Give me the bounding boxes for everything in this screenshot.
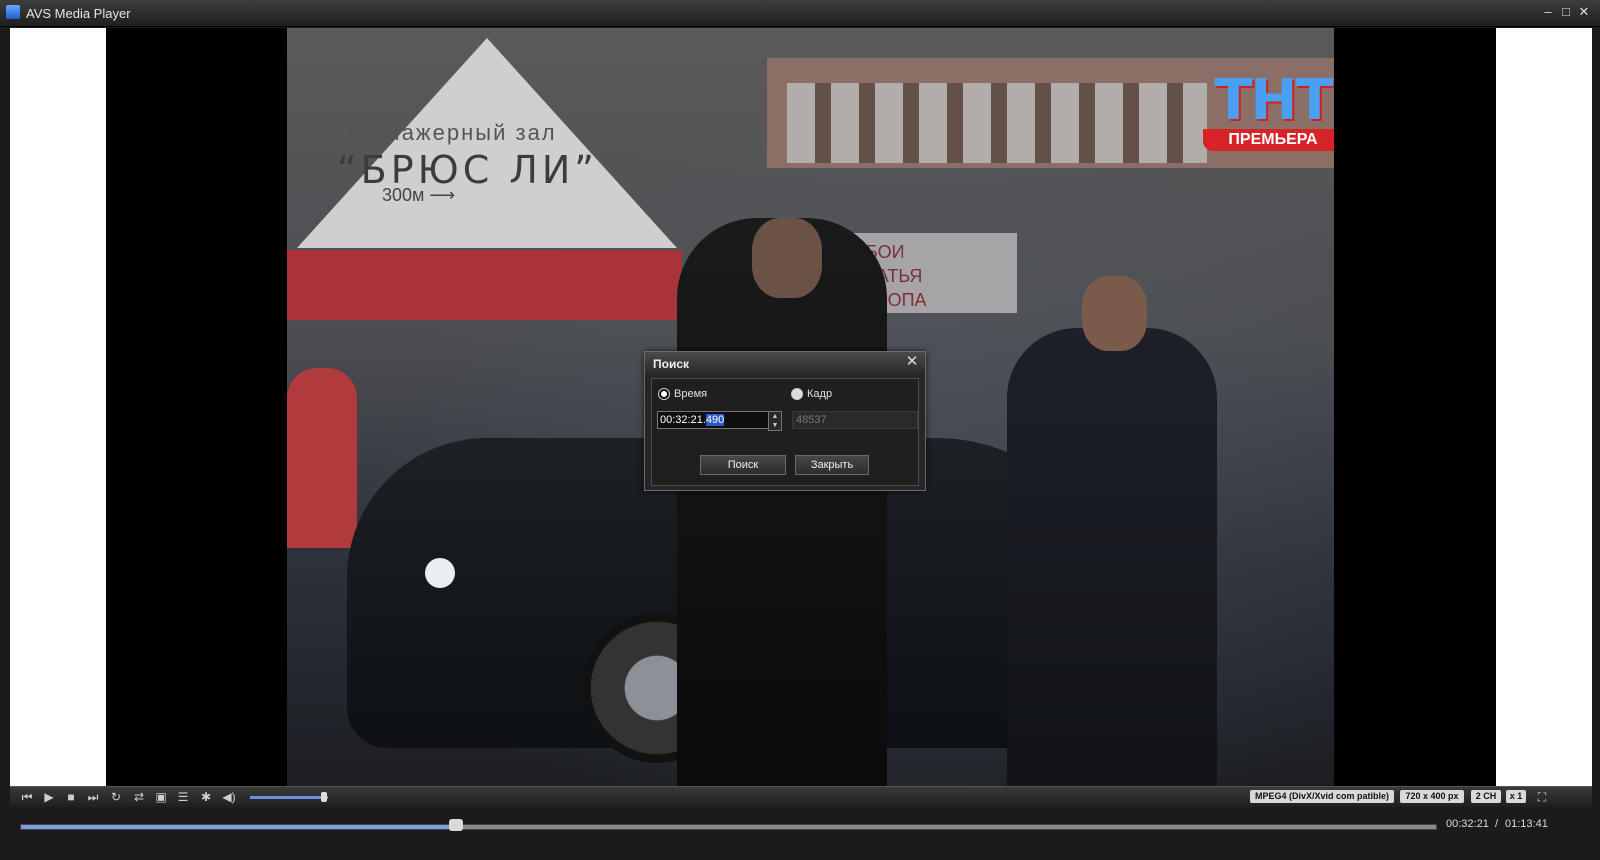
sign-text-line3: 300м ⟶ — [382, 185, 456, 205]
dialog-title: Поиск — [653, 357, 690, 371]
settings-icon[interactable]: ✱ — [197, 789, 215, 805]
dialog-title-bar[interactable]: Поиск ✕ — [645, 352, 925, 374]
stop-icon[interactable]: ■ — [62, 789, 80, 805]
frame-radio[interactable] — [791, 388, 803, 400]
time-radio-label[interactable]: Время — [674, 388, 707, 400]
shuffle-icon[interactable]: ⇄ — [130, 789, 148, 805]
sign-text-line2: “БРЮС ЛИ” — [337, 148, 598, 192]
close-button[interactable]: Закрыть — [795, 455, 869, 475]
volume-fill — [250, 796, 325, 799]
frame-input[interactable]: 48537 — [792, 411, 918, 429]
person-red-coat — [287, 368, 357, 548]
spin-up-icon[interactable]: ▲ — [769, 412, 781, 421]
man-black-coat — [677, 218, 887, 801]
app-icon — [6, 5, 20, 19]
control-bar: ⏮ ▶ ■ ⏭ ↻ ⇄ ▣ ☰ ✱ ◀) MPEG4 (DivX/Xvid co… — [10, 786, 1592, 807]
volume-slider[interactable] — [250, 796, 328, 799]
close-icon[interactable]: ✕ — [1576, 4, 1592, 20]
codec-badge: MPEG4 (DivX/Xvid com patible) — [1250, 790, 1394, 803]
channel-logo-name: ТНТ — [1214, 68, 1333, 133]
playlist-icon[interactable]: ☰ — [174, 789, 192, 805]
maximize-icon[interactable]: □ — [1558, 4, 1574, 20]
sign-text-line1: тренажерный зал — [347, 120, 557, 145]
search-dialog: Поиск ✕ Время Кадр 00:32:21.490 ▲ ▼ 48537… — [644, 351, 926, 491]
volume-knob[interactable] — [321, 792, 328, 802]
previous-icon[interactable]: ⏮ — [18, 789, 36, 805]
man-leather-jacket — [1007, 328, 1217, 798]
time-input-selection: 490 — [705, 414, 725, 426]
seek-knob[interactable] — [448, 819, 463, 831]
fullscreen-icon[interactable]: ⛶ — [1533, 789, 1551, 805]
time-input-prefix: 00:32:21. — [660, 414, 706, 426]
seek-fill — [21, 825, 457, 829]
current-time: 00:32:21 — [1446, 818, 1489, 830]
repeat-icon[interactable]: ↻ — [107, 789, 125, 805]
speed-badge: x 1 — [1506, 790, 1526, 803]
window-title: AVS Media Player — [26, 6, 131, 21]
progress-area: 00:32:21 / 01:13:41 — [0, 808, 1600, 860]
title-bar: AVS Media Player ‒ □ ✕ — [0, 0, 1600, 27]
dialog-body: Время Кадр 00:32:21.490 ▲ ▼ 48537 Поиск З… — [651, 378, 919, 486]
man-black-coat-head — [752, 218, 822, 298]
balcony-rails — [787, 83, 1207, 163]
man-leather-jacket-head — [1082, 276, 1147, 351]
time-radio[interactable] — [658, 388, 670, 400]
time-separator: / — [1495, 818, 1499, 830]
frame-radio-label[interactable]: Кадр — [807, 388, 832, 400]
search-button[interactable]: Поиск — [700, 455, 786, 475]
resolution-badge: 720 x 400 px — [1400, 790, 1464, 803]
time-input[interactable]: 00:32:21.490 — [657, 411, 771, 429]
next-icon[interactable]: ⏭ — [84, 789, 102, 805]
market-awning — [287, 250, 682, 320]
spin-down-icon[interactable]: ▼ — [769, 421, 781, 430]
car-headlight — [425, 558, 455, 588]
channels-badge: 2 CH — [1471, 790, 1501, 803]
play-icon[interactable]: ▶ — [40, 789, 58, 805]
volume-icon[interactable]: ◀) — [220, 789, 238, 805]
snapshot-icon[interactable]: ▣ — [152, 789, 170, 805]
minimize-icon[interactable]: ‒ — [1540, 4, 1556, 20]
dialog-close-icon[interactable]: ✕ — [904, 354, 920, 370]
seek-bar[interactable] — [20, 824, 1437, 830]
time-spinner[interactable]: ▲ ▼ — [768, 411, 782, 431]
channel-logo: ТНТ ПРЕМЬЕРА — [1198, 73, 1334, 163]
total-time: 01:13:41 — [1505, 818, 1548, 830]
